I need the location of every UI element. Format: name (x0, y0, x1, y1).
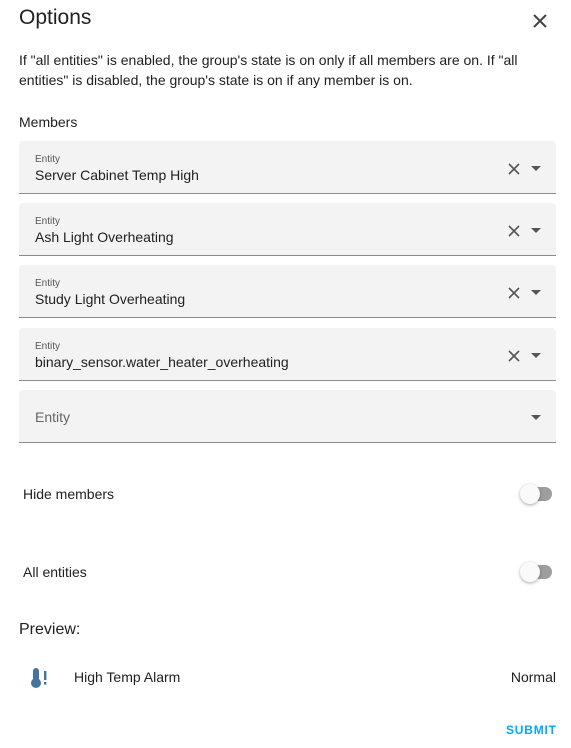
thermometer-alert-icon (31, 668, 47, 688)
dialog-description: If "all entities" is enabled, the group'… (19, 52, 518, 88)
hide-members-switch[interactable] (520, 484, 556, 504)
field-placeholder[interactable]: Entity (35, 409, 70, 425)
dropdown-caret-icon[interactable] (531, 166, 541, 171)
field-label: Entity (35, 216, 61, 227)
field-value[interactable]: Server Cabinet Temp High (35, 167, 199, 183)
members-label: Members (19, 114, 78, 130)
field-value[interactable]: binary_sensor.water_heater_overheating (35, 354, 289, 370)
switch-thumb[interactable] (520, 562, 540, 582)
preview-entity-name[interactable]: High Temp Alarm (74, 669, 180, 685)
switch-thumb[interactable] (520, 484, 540, 504)
submit-button[interactable]: SUBMIT (506, 723, 557, 737)
dropdown-caret-icon[interactable] (531, 290, 541, 295)
field-label: Entity (35, 341, 61, 352)
close-button[interactable] (527, 8, 553, 34)
clear-icon[interactable] (507, 286, 521, 300)
all-entities-switch[interactable] (520, 562, 556, 582)
preview-label: Preview: (19, 621, 81, 638)
preview-entity-state: Normal (510, 669, 556, 685)
member-entity-picker[interactable]: Entity binary_sensor.water_heater_overhe… (19, 328, 556, 381)
clear-icon[interactable] (507, 162, 521, 176)
member-entity-picker[interactable]: Entity Server Cabinet Temp High (19, 141, 556, 194)
field-label: Entity (35, 154, 61, 165)
dropdown-caret-icon[interactable] (531, 228, 541, 233)
field-label: Entity (35, 278, 61, 289)
hide-members-label: Hide members (23, 486, 115, 502)
preview-entity-row[interactable]: High Temp Alarm Normal (19, 664, 556, 692)
clear-icon[interactable] (507, 224, 521, 238)
all-entities-label: All entities (23, 564, 87, 580)
clear-icon[interactable] (507, 349, 521, 363)
member-entity-picker[interactable]: Entity Ash Light Overheating (19, 203, 556, 256)
options-dialog: Options If "all entities" is enabled, th… (0, 0, 571, 748)
field-value[interactable]: Study Light Overheating (35, 291, 185, 307)
member-entity-picker[interactable]: Entity Study Light Overheating (19, 265, 556, 318)
dropdown-caret-icon[interactable] (531, 353, 541, 358)
dropdown-caret-icon[interactable] (531, 415, 541, 420)
close-icon[interactable] (532, 13, 548, 29)
field-value[interactable]: Ash Light Overheating (35, 229, 174, 245)
add-member-entity-picker[interactable]: Entity (19, 390, 556, 443)
dialog-title: Options (19, 6, 92, 29)
